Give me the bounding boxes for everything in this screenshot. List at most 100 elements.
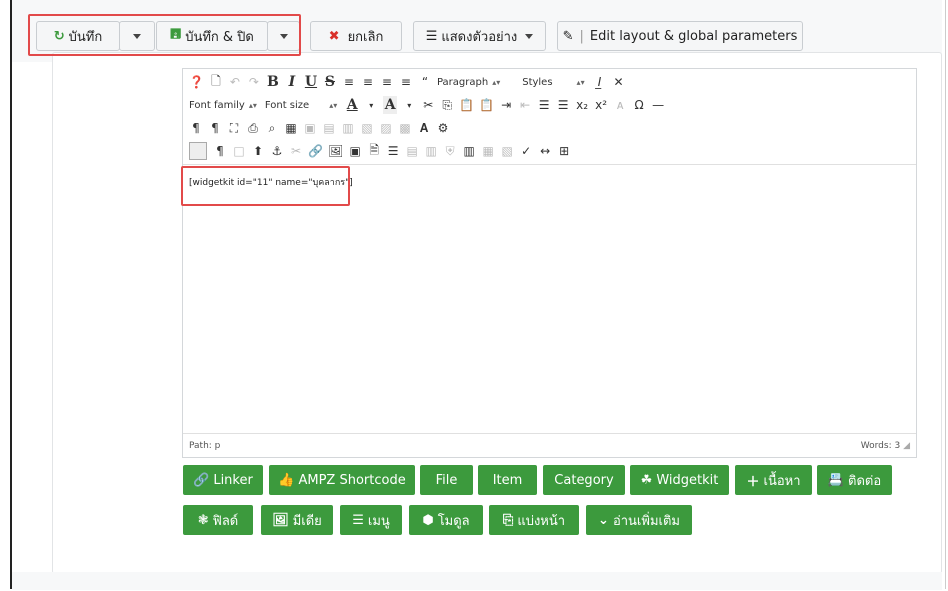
paragraph-ltr-icon[interactable]: ¶ [189,119,203,137]
shield-icon[interactable]: ⛨ [443,142,457,160]
styles-select[interactable]: Styles ▴▾ [522,77,584,88]
print-icon[interactable]: ⎙ [246,119,260,137]
pagebreak-button[interactable]: ⎘ แบ่งหน้า [489,505,579,535]
pagebreak-icon[interactable]: ▥ [424,142,438,160]
chevron-down-icon: ⌄ [598,512,609,528]
paragraph-select[interactable]: Paragraph ▴▾ [437,77,500,88]
cancel-button[interactable]: ✖ ยกเลิก [310,21,402,51]
insert-icon[interactable]: ⊞ [557,142,571,160]
table-delete-icon[interactable]: ▩ [398,119,412,137]
paste-icon[interactable]: 📋 [459,96,474,114]
editor-statusbar: Path: p Words: 3 ◢ [183,433,916,457]
underline-icon[interactable]: U [304,73,318,91]
image-icon[interactable]: 🖼 [328,142,343,160]
clear-formatting-icon[interactable]: I̲ [593,73,607,91]
nonbreaking-icon[interactable]: ↔ [538,142,552,160]
help-icon[interactable]: ❓ [189,73,204,91]
edit-layout-button[interactable]: ✎ | Edit layout & global parameters [557,21,803,51]
font-scale-icon[interactable]: ᴀ [613,96,627,114]
readmore-button[interactable]: ⌄ อ่านเพิ่มเติม [586,505,692,535]
chevron-down-icon [133,33,141,39]
blockquote-icon[interactable]: “ [418,73,432,91]
visual-chars-icon[interactable]: □ [232,142,246,160]
table-merge-icon[interactable]: ▧ [360,119,374,137]
paste-text-icon[interactable]: 📋 [479,96,494,114]
fields-button[interactable]: ❃ ฟิลด์ [183,505,253,535]
align-left-icon[interactable]: ≡ [342,73,356,91]
save-close-button[interactable]: 🖪 บันทึก & ปิด [156,21,268,51]
text-color-icon[interactable]: A [345,96,359,114]
item-button[interactable]: Item [478,465,537,495]
save-dropdown-toggle[interactable] [119,21,155,51]
save-close-dropdown-toggle[interactable] [267,21,300,51]
strikethrough-icon[interactable]: S [323,73,337,91]
ampz-shortcode-button[interactable]: 👍 AMPZ Shortcode [269,465,415,495]
table-split-icon[interactable]: ▨ [379,119,393,137]
unlink-icon[interactable]: ✂ [289,142,303,160]
eraser-icon[interactable]: ✕ [612,73,626,91]
font-size-select[interactable]: Font size ▴▾ [265,100,337,111]
subscript-icon[interactable]: x₂ [575,96,589,114]
table-icon[interactable]: ▦ [284,119,298,137]
omega-icon[interactable]: Ω [632,96,646,114]
horizontal-rule-icon[interactable]: — [651,96,665,114]
media-button[interactable]: 🖼 มีเดีย [261,505,333,535]
undo-icon[interactable]: ↶ [228,73,242,91]
background-color-icon[interactable]: A [383,96,398,114]
list-icon: ☰ [352,512,364,528]
visual-aid-icon[interactable] [189,142,207,160]
paragraph-rtl-icon[interactable]: ¶ [208,119,222,137]
settings-icon[interactable]: ⚙ [436,119,450,137]
anchor-icon[interactable]: ⚓ [270,142,284,160]
table-row-icon[interactable]: ▤ [322,119,336,137]
table-cell-icon[interactable]: ▣ [303,119,317,137]
redo-icon[interactable]: ↷ [247,73,261,91]
category-button[interactable]: Category [543,465,625,495]
align-center-icon[interactable]: ≡ [361,73,375,91]
cut-icon[interactable]: ✂ [421,96,435,114]
readmore-icon[interactable]: ▤ [405,142,419,160]
media-icon[interactable]: ▣ [348,142,362,160]
italic-icon[interactable]: I [285,73,299,91]
document-icon[interactable]: 🗎 [367,142,381,160]
search-icon[interactable]: ⌕ [265,119,279,137]
columns-icon[interactable]: ▥ [462,142,476,160]
menu-button[interactable]: ☰ เมนู [340,505,402,535]
separator: | [579,28,584,44]
bottom-strip [12,572,942,590]
upload-icon[interactable]: ⬆ [251,142,265,160]
indent-icon[interactable]: ⇥ [499,96,513,114]
chevron-down-icon [525,33,534,39]
show-blocks-icon[interactable]: ¶ [213,142,227,160]
add-content-button[interactable]: ＋เนื้อหา [735,465,812,495]
preview-button[interactable]: ☰ แสดงตัวอย่าง [413,21,546,51]
bold-icon[interactable]: B [266,73,280,91]
editor-content[interactable]: [widgetkit id="11" name="บุคลากร"] [189,175,353,189]
font-family-select[interactable]: Font family ▴▾ [189,100,257,111]
chevron-down-icon[interactable]: ▾ [402,96,416,114]
spellcheck-icon[interactable]: ✓ [519,142,533,160]
module-button[interactable]: ⬢ โมดูล [409,505,483,535]
bullet-list-icon[interactable]: ☰ [556,96,570,114]
widgetkit-button[interactable]: ☘ Widgetkit [630,465,729,495]
chevron-down-icon[interactable]: ▾ [364,96,378,114]
align-right-icon[interactable]: ≡ [380,73,394,91]
save-button[interactable]: ↻ บันทึก [36,21,120,51]
floppy-icon: 🖪 [170,27,182,42]
file-button[interactable]: File [420,465,473,495]
contact-button[interactable]: 📇 ติดต่อ [817,465,892,495]
layout-icon[interactable]: ▦ [481,142,495,160]
template-icon[interactable]: ☰ [386,142,400,160]
superscript-icon[interactable]: x² [594,96,608,114]
align-justify-icon[interactable]: ≡ [399,73,413,91]
text-direction-icon[interactable]: 𝐀 [417,119,431,137]
outdent-icon[interactable]: ⇤ [518,96,532,114]
new-document-icon[interactable]: 🗋 [209,73,223,91]
fullscreen-icon[interactable]: ⛶ [227,119,241,137]
linker-button[interactable]: 🔗 Linker [183,465,263,495]
numbered-list-icon[interactable]: ☰ [537,96,551,114]
copy-icon[interactable]: ⎘ [440,96,454,114]
grid-icon[interactable]: ▧ [500,142,514,160]
link-icon[interactable]: 🔗 [308,142,323,160]
table-col-icon[interactable]: ▥ [341,119,355,137]
